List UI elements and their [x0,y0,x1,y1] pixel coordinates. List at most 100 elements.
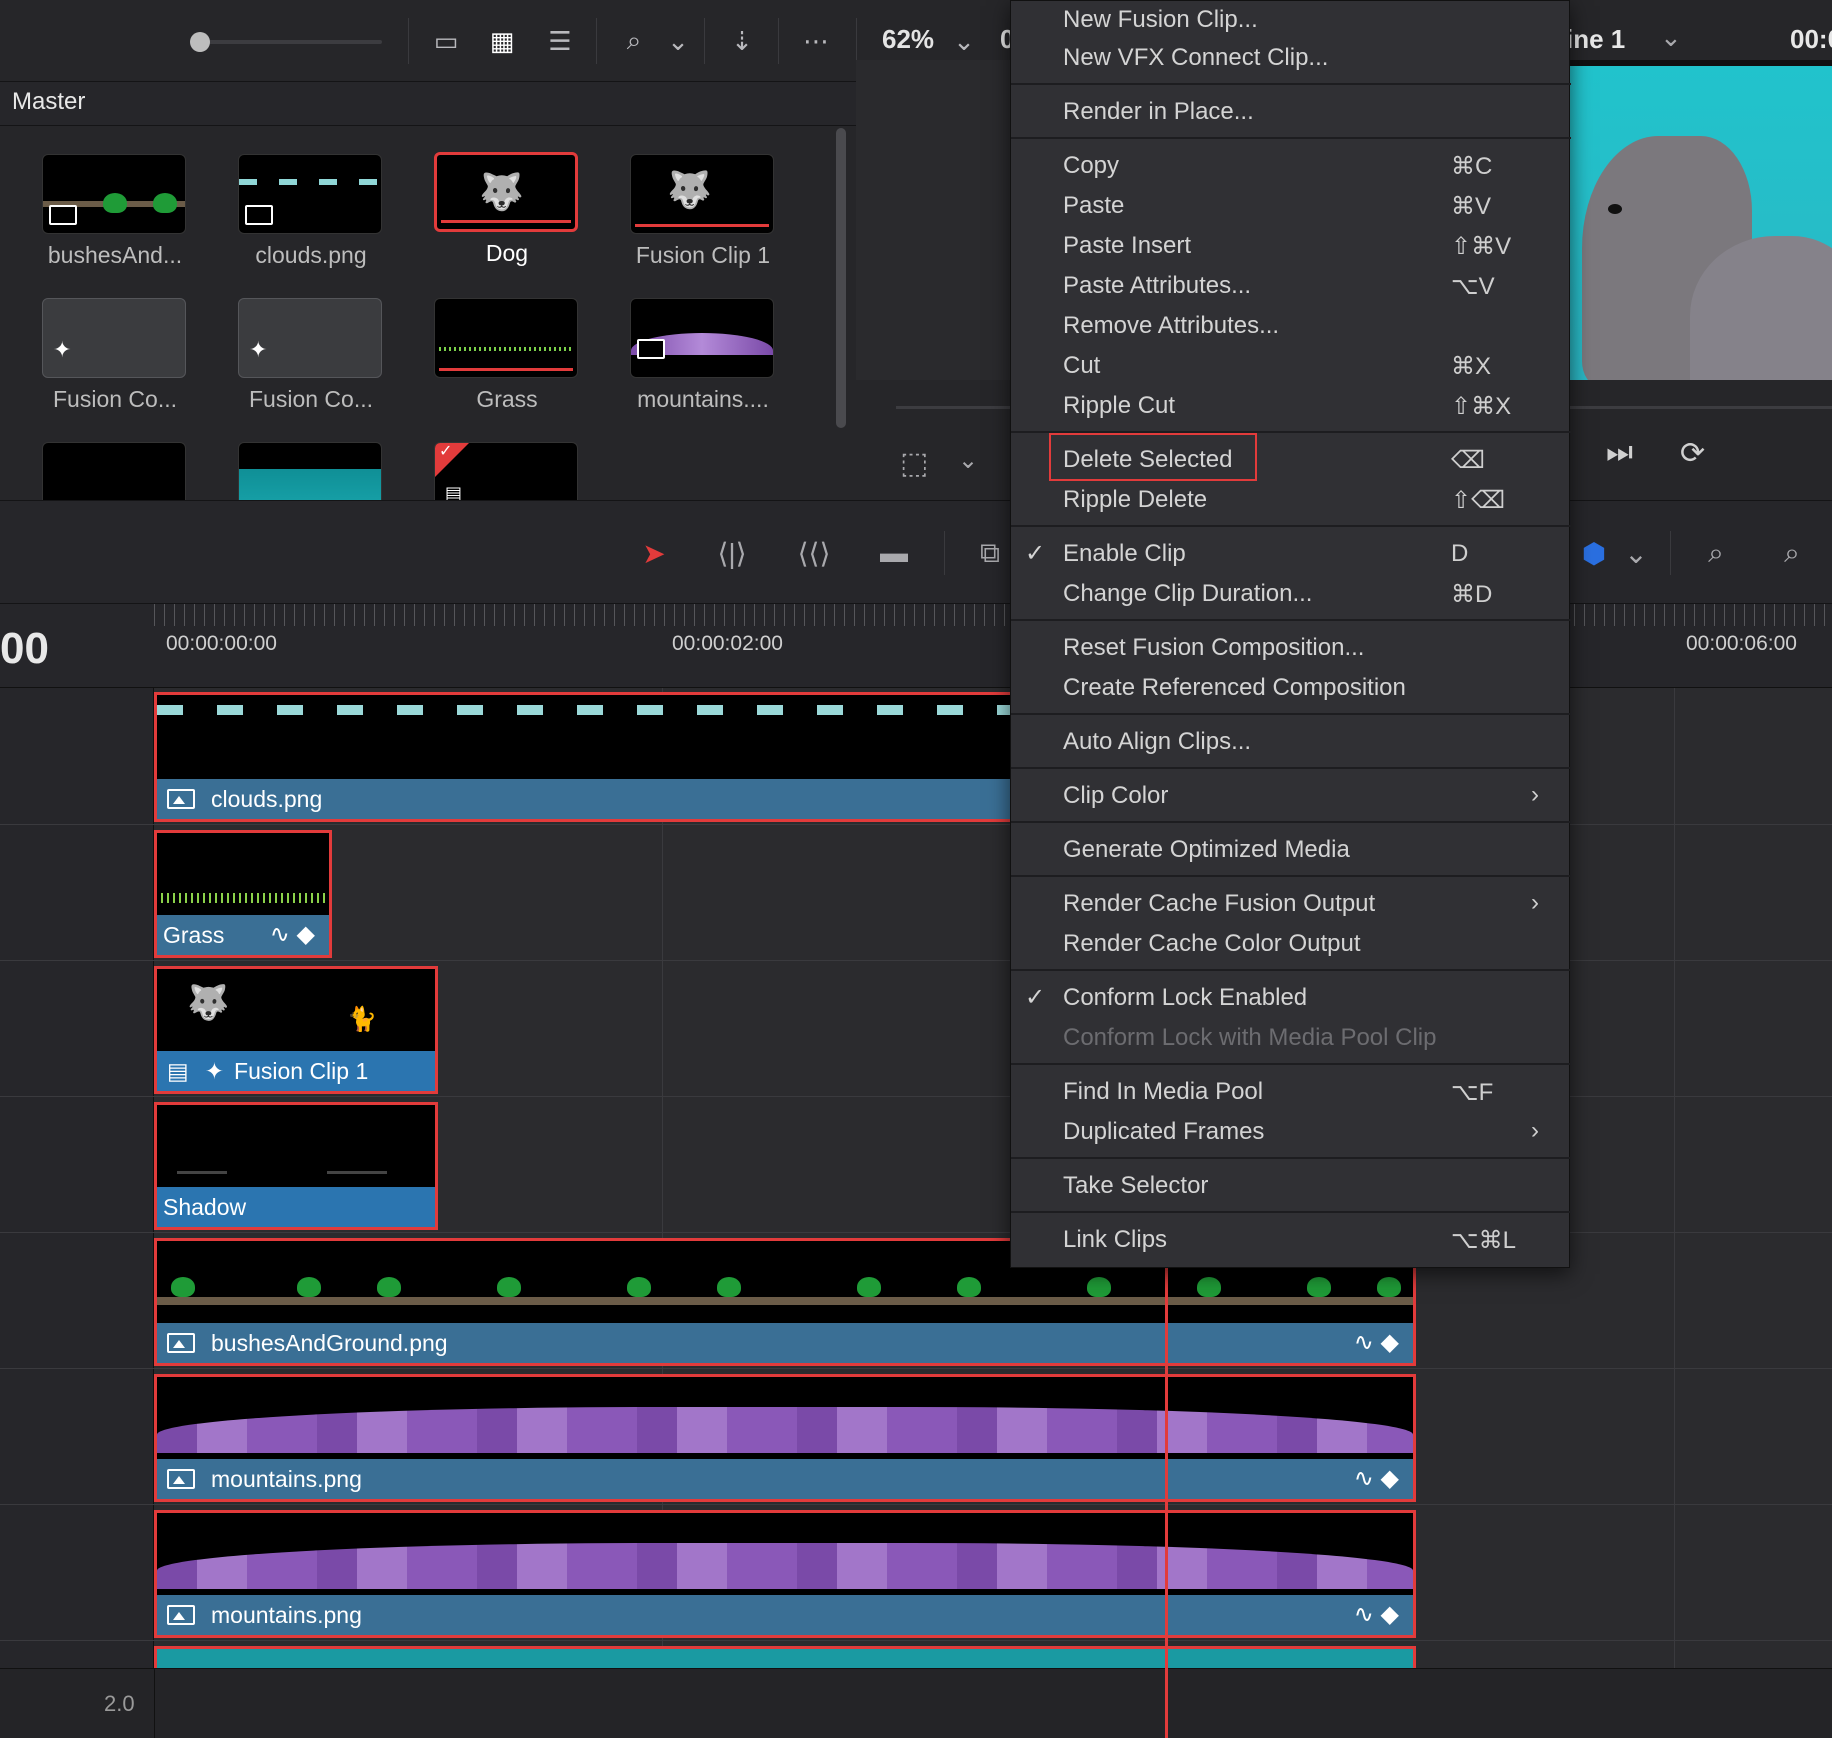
clip-thumbnail[interactable] [42,154,186,234]
clip-label: mountains.png [211,1601,362,1628]
keyframe-curve-icon[interactable]: ∿ ◆ [270,920,315,949]
chevron-down-icon[interactable]: ⌄ [1608,531,1664,575]
menu-item-create-referenced-composition[interactable]: Create Referenced Composition [1011,669,1571,709]
metadata-view-icon[interactable]: ▭ [426,22,466,60]
menu-item-render-cache-color-output[interactable]: Render Cache Color Output [1011,925,1571,965]
menu-item-copy[interactable]: Copy ⌘C [1011,147,1571,187]
dog-icon: 🐺 [187,984,230,1022]
menu-item-find-in-media-pool[interactable]: Find In Media Pool ⌥F [1011,1073,1571,1113]
dynamic-trim-icon[interactable]: ⟨⟨⟩ [786,531,842,575]
keyframe-curve-icon[interactable]: ∿ ◆ [1354,1464,1399,1493]
clip-thumbnail[interactable]: 🐺 [434,152,578,232]
menu-label: Render in Place... [1063,98,1254,125]
list-view-icon[interactable]: ☰ [540,22,580,60]
timeline-clip[interactable]: 🐺 🐈 ▤ ✦ Fusion Clip 1 [154,966,438,1094]
menu-item-paste-attributes[interactable]: Paste Attributes... ⌥V [1011,267,1571,307]
slider-knob[interactable] [190,32,210,52]
skip-end-icon[interactable]: ⏭ [1606,436,1633,470]
selection-tool-icon[interactable]: ➤ [626,531,682,575]
pool-clip[interactable]: ✦ Fusion Co... [42,298,188,413]
timeline-clip[interactable]: mountains.png ∿ ◆ [154,1374,1416,1502]
menu-item-ripple-cut[interactable]: Ripple Cut ⇧⌘X [1011,387,1571,427]
pool-clip[interactable] [42,442,186,500]
sort-icon[interactable]: ⇣ [722,22,762,60]
menu-item-cut[interactable]: Cut ⌘X [1011,347,1571,387]
clip-thumbnail[interactable]: ✦ [42,298,186,378]
menu-item-link-clips[interactable]: Link Clips ⌥⌘L [1011,1221,1571,1261]
timeline-chevron-icon[interactable]: ⌄ [1660,22,1682,53]
pool-clip[interactable]: Grass [434,298,580,413]
timeline-clip[interactable]: Shadow [154,1102,438,1230]
chevron-down-icon[interactable]: ⌄ [958,446,978,475]
timeline-clip[interactable]: clouds.png [154,692,1014,822]
menu-item-new-vfx-connect-clip[interactable]: New VFX Connect Clip... [1011,39,1571,79]
menu-item-conform-lock-enabled[interactable]: ✓ Conform Lock Enabled [1011,979,1571,1019]
timeline-tracks[interactable]: clouds.png Grass ∿ ◆ 🐺 🐈 ▤ ✦ Fusion Clip 1… [154,688,1832,1686]
menu-item-paste[interactable]: Paste ⌘V [1011,187,1571,227]
timeline-name[interactable]: ine 1 [1566,24,1625,55]
search-icon[interactable]: ⌕ [614,22,654,60]
grid-view-icon[interactable]: ▦ [482,22,522,60]
menu-item-ripple-delete[interactable]: Ripple Delete ⇧⌫ [1011,481,1571,521]
clip-thumbnail[interactable] [434,298,578,378]
pool-clip[interactable] [238,442,382,500]
clip-thumbnail[interactable]: 🐺 [630,154,774,234]
thumbnail-size-slider[interactable] [200,40,382,44]
menu-item-take-selector[interactable]: Take Selector [1011,1167,1571,1207]
zoom-full-icon[interactable]: ⌕ [1688,531,1744,575]
clip-name: bushesAnd... [47,242,183,268]
menu-label: Render Cache Fusion Output [1063,890,1376,917]
menu-label: Cut [1063,352,1101,379]
clip-thumbnail[interactable] [630,298,774,378]
submenu-arrow-icon: › [1531,889,1539,916]
pool-clip[interactable]: 🐺 Fusion Clip 1 [630,154,776,269]
loop-icon[interactable]: ⟳ [1680,436,1705,471]
pool-clip[interactable]: ✓ ▤ [434,442,578,500]
zoom-level[interactable]: 62% [882,24,934,55]
pool-clip[interactable]: mountains.... [630,298,776,413]
menu-item-change-clip-duration[interactable]: Change Clip Duration... ⌘D [1011,575,1571,615]
menu-item-enable-clip[interactable]: ✓ Enable Clip D [1011,535,1571,575]
menu-item-render-cache-fusion-output[interactable]: Render Cache Fusion Output › [1011,885,1571,925]
highlight-box [1049,433,1257,481]
menu-item-remove-attributes[interactable]: Remove Attributes... [1011,307,1571,347]
pool-scrollbar[interactable] [836,128,846,428]
pool-clip-selected[interactable]: 🐺 Dog [434,152,580,267]
more-icon[interactable]: ⋯ [796,22,836,60]
menu-shortcut: ⌫ [1451,447,1485,474]
timeline-clip[interactable]: Grass ∿ ◆ [154,830,332,958]
media-pool: bushesAnd... clouds.png 🐺 Dog 🐺 Fusion C… [0,126,856,500]
menu-item-duplicated-frames[interactable]: Duplicated Frames › [1011,1113,1571,1153]
clip-label: Grass [163,921,225,948]
dog-icon: 🐺 [479,171,524,212]
clip-label: bushesAndGround.png [211,1329,448,1356]
timeline-clip[interactable]: mountains.png ∿ ◆ [154,1510,1416,1638]
menu-item-reset-fusion-composition[interactable]: Reset Fusion Composition... [1011,629,1571,669]
keyframe-curve-icon[interactable]: ∿ ◆ [1354,1328,1399,1357]
keyframe-curve-icon[interactable]: ∿ ◆ [1354,1600,1399,1629]
clip-thumbnail[interactable]: ✦ [238,298,382,378]
chevron-down-icon[interactable]: ⌄ [658,22,698,60]
transform-icon[interactable]: ⬚ [900,446,928,481]
pool-clip[interactable]: bushesAnd... [42,154,188,269]
zoom-chevron-icon[interactable]: ⌄ [944,22,984,60]
menu-item-clip-color[interactable]: Clip Color › [1011,777,1571,817]
menu-item-render-in-place[interactable]: Render in Place... [1011,93,1571,133]
pool-clip[interactable]: ✦ Fusion Co... [238,298,384,413]
image-icon [167,789,195,809]
menu-item-new-fusion-clip[interactable]: New Fusion Clip... [1011,1,1571,41]
image-icon [49,205,77,225]
bin-title[interactable]: Master [12,88,85,116]
playhead[interactable] [1165,1264,1168,1738]
pool-clip[interactable]: clouds.png [238,154,384,269]
menu-label: Copy [1063,152,1120,179]
menu-item-paste-insert[interactable]: Paste Insert ⇧⌘V [1011,227,1571,267]
checkmark-icon: ✓ [1025,984,1046,1011]
clip-name: Dog [485,240,529,266]
menu-item-auto-align-clips[interactable]: Auto Align Clips... [1011,723,1571,763]
blade-tool-icon[interactable]: ▬ [866,531,922,575]
menu-item-generate-optimized-media[interactable]: Generate Optimized Media [1011,831,1571,871]
zoom-detail-icon[interactable]: ⌕ [1764,531,1820,575]
clip-thumbnail[interactable] [238,154,382,234]
trim-edit-icon[interactable]: ⟨|⟩ [704,531,760,575]
